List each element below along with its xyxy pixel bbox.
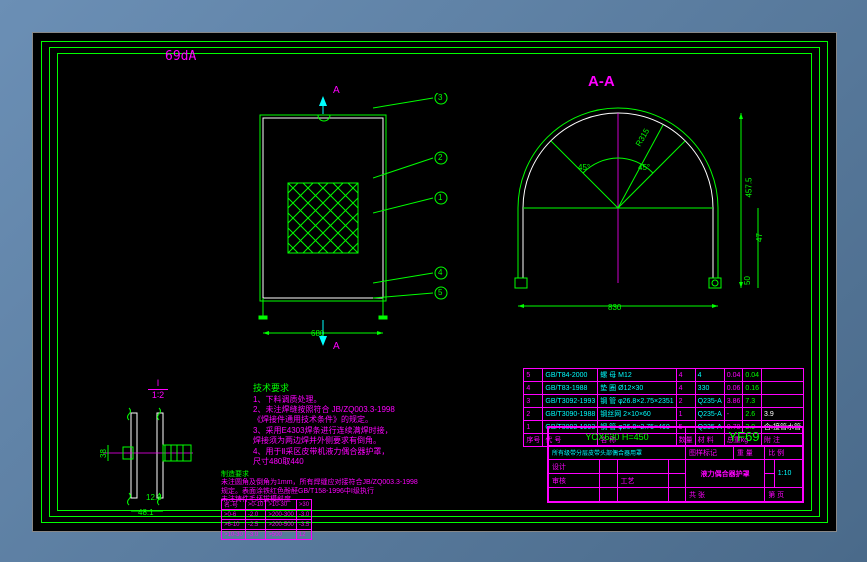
technical-notes: 技术要求 1、下料调质处理。 2、未注焊缝按照符合 JB/ZQ003.3-199… — [253, 383, 395, 467]
dim-detail-h: 38 — [99, 449, 108, 458]
section-arrow-a-top: A — [333, 85, 340, 96]
dim-detail-w: 48.1 — [138, 508, 154, 517]
detail-i-label: I 1∶2 — [148, 378, 168, 401]
dim-ang45b: 45° — [638, 163, 650, 172]
bom-row: 2GB/T3090-1988钢丝网 2×10×601Q235-A-2.63.9 — [524, 408, 804, 421]
weld-tolerance-table: 名-号>0-10>10-30>30 >0-6-2.0>200-300-3.0 >… — [221, 499, 312, 540]
dim-section-width: 830 — [608, 303, 621, 312]
balloon-3: 3 — [438, 93, 442, 102]
dim-section-top: 47 — [755, 233, 764, 242]
balloon-4: 4 — [438, 268, 442, 277]
dim-foot: 50 — [743, 276, 752, 285]
balloon-2: 2 — [438, 153, 442, 162]
detail-i-view — [93, 403, 233, 518]
drawing-title: 液力偶合器护罩 — [686, 460, 765, 488]
part-number: YF69 — [689, 429, 799, 444]
drawing-id-label: 69dA — [165, 49, 196, 64]
params-cell: YOX630 H=450 — [552, 432, 682, 442]
balloon-leaders — [373, 93, 463, 313]
dim-front-width: 680 — [311, 329, 324, 338]
usage-cell: 所有级带分层皮带头部偶合器用罩 — [549, 446, 686, 460]
section-arrow-a-bottom: A — [333, 341, 340, 352]
section-aa-view — [483, 88, 783, 343]
dim-ang45a: 45° — [578, 163, 590, 172]
dim-detail-x: 12.8 — [146, 493, 162, 502]
bom-row: 3GB/T3092-1993钢 管 φ26.8×2.75×23512Q235-A… — [524, 395, 804, 408]
balloon-1: 1 — [438, 193, 442, 202]
dim-section-h: 457.5 — [745, 177, 754, 197]
bom-row: 4GB/T83-1988垫 圈 Ø12×3043300.060.16 — [524, 382, 804, 395]
balloon-5: 5 — [438, 288, 442, 297]
title-block: YOX630 H=450 YF69 所有级带分层皮带头部偶合器用罩 图样标记重 … — [547, 426, 804, 503]
bom-row: 5GB/T84-2000螺 母 M12440.040.04 — [524, 369, 804, 382]
